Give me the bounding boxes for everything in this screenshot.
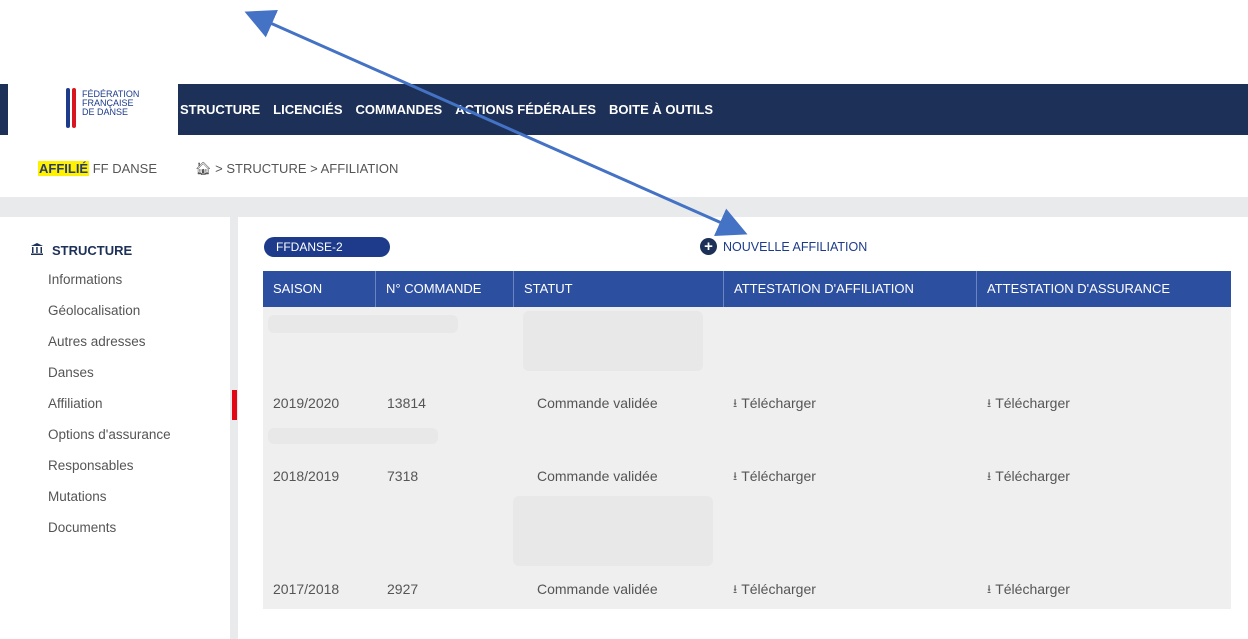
annotation-arrow	[244, 10, 748, 236]
